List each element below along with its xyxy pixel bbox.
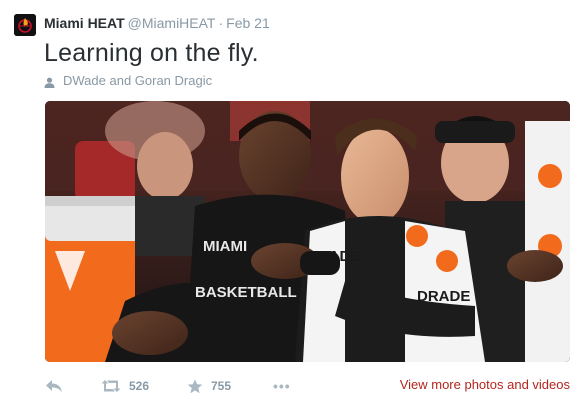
reply-button[interactable]: [45, 374, 63, 398]
tweet-timestamp[interactable]: Feb 21: [226, 15, 270, 31]
author-name[interactable]: Miami HEAT: [44, 15, 125, 31]
author-handle[interactable]: @MiamiHEAT: [128, 15, 216, 31]
tagged-users[interactable]: DWade and Goran Dragic: [44, 73, 212, 89]
heat-logo-icon[interactable]: [14, 14, 36, 36]
favorite-button[interactable]: 755: [187, 374, 231, 398]
retweet-icon: [101, 379, 121, 393]
view-more-photos-link[interactable]: View more photos and videos: [400, 377, 570, 392]
person-icon: [44, 76, 55, 88]
reply-icon: [45, 379, 63, 393]
favorite-count: 755: [211, 379, 232, 393]
tweet-text: Learning on the fly.: [44, 39, 259, 67]
jersey-text-miami: MIAMI: [203, 238, 247, 255]
tweet-actions: 526 755 ••• View more photos and videos: [45, 374, 570, 398]
tweet-photo[interactable]: MIAMI BASKETBALL DRADE DRADE: [45, 101, 570, 362]
tweet-card: Miami HEAT @MiamiHEAT · Feb 21 Learning on …: [0, 0, 582, 407]
more-icon: •••: [273, 378, 291, 394]
tweet-header: Miami HEAT @MiamiHEAT · Feb 21: [14, 10, 270, 40]
jersey-text-basketball: BASKETBALL: [195, 284, 297, 301]
retweet-count: 526: [129, 379, 150, 393]
separator-dot: ·: [218, 15, 224, 31]
star-icon: [187, 379, 203, 394]
tweet-author: Miami HEAT @MiamiHEAT · Feb 21: [44, 14, 270, 32]
tagged-names: DWade and Goran Dragic: [63, 73, 213, 88]
retweet-button[interactable]: 526: [101, 374, 149, 398]
more-button[interactable]: •••: [273, 374, 291, 398]
